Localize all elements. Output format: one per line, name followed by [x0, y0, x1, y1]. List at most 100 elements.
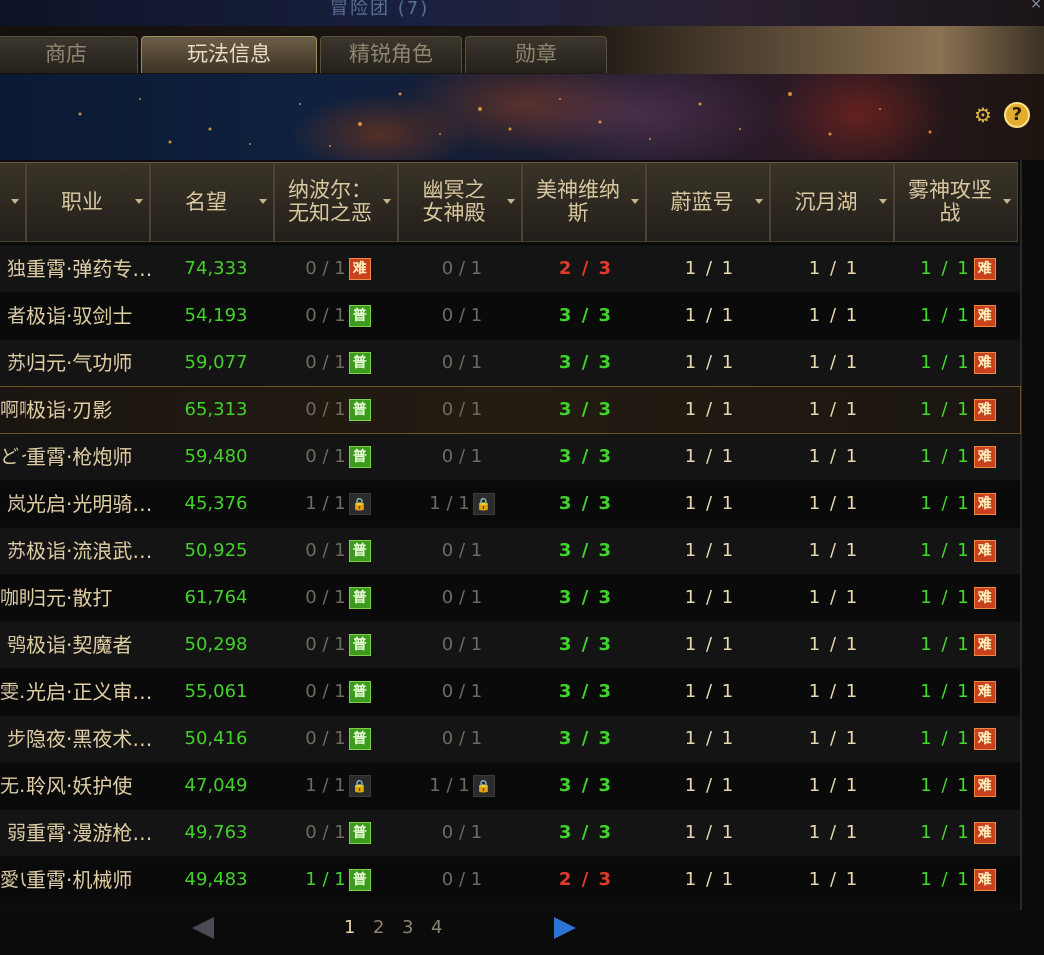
meishen-progress: 3 / 3	[558, 540, 614, 561]
sort-icon	[11, 199, 19, 204]
weilan-progress: 1 / 1	[684, 587, 736, 608]
wushen-progress: 1 / 1难	[896, 293, 1020, 339]
table-row[interactable]: 无…聆风·妖护使47,0491 / 1🔒1 / 1🔒3 / 31 / 11 / …	[0, 763, 1020, 809]
column-header-fame[interactable]: 名望	[150, 162, 274, 242]
page-number[interactable]: 3	[402, 917, 431, 938]
hard-mode-badge: 难	[973, 258, 996, 280]
character-fame: 65,313	[184, 399, 248, 420]
youming-progress-value: 0 / 1	[441, 305, 483, 326]
wushen-progress: 1 / 1难	[896, 481, 1020, 527]
table-row[interactable]: 鸮极诣·契魔者 50,298 0 / 1普0 / 13 / 31 / 11 / 11…	[0, 622, 1020, 668]
sort-icon	[383, 199, 391, 204]
chenyue-progress: 1 / 1	[808, 258, 860, 279]
nabol-progress-value: 1 / 1	[305, 493, 346, 514]
table-row[interactable]: 啊啊极诣·刃影65,3130 / 1普0 / 13 / 31 / 11 / 11…	[0, 386, 1021, 434]
page-number[interactable]: 1	[344, 917, 373, 938]
character-name: 无…	[0, 775, 26, 797]
youming-progress-value: 0 / 1	[441, 822, 483, 843]
table-row[interactable]: 步隐夜·黑夜术… 50,416 0 / 1普0 / 13 / 31 / 11 / 1…	[0, 716, 1020, 762]
page-number[interactable]: 2	[373, 917, 402, 938]
table-row[interactable]: 独重霄·弹药专… 74,333 0 / 1难0 / 12 / 31 / 11 / 1…	[0, 246, 1020, 292]
play-info-table: 职业 名望 纳波尔： 无知之恶 幽冥之 女神殿 美神维纳 斯 蔚蓝号 沉月湖 雾…	[0, 160, 1022, 910]
column-header-job[interactable]: 职业	[26, 162, 150, 242]
youming-progress: 0 / 1	[400, 857, 524, 903]
wushen-progress-value: 1 / 1	[920, 305, 971, 326]
youming-progress: 1 / 1 🔒	[400, 763, 524, 809]
wushen-progress-value: 1 / 1	[920, 869, 971, 890]
next-page-icon[interactable]	[554, 917, 576, 939]
character-job: 光启·光明骑…	[26, 492, 153, 516]
meishen-progress: 3 / 3	[558, 634, 614, 655]
wushen-progress-value: 1 / 1	[920, 352, 971, 373]
chenyue-progress: 1 / 1	[808, 822, 860, 843]
normal-mode-badge: 普	[348, 446, 371, 468]
character-name: 愛い	[0, 869, 26, 891]
character-name: 弱	[6, 822, 26, 844]
wushen-progress-value: 1 / 1	[920, 634, 971, 655]
weilan-progress: 1 / 1	[684, 399, 736, 420]
help-icon[interactable]: ?	[1004, 102, 1030, 128]
nabol-progress: 1 / 1 🔒	[278, 763, 398, 809]
wushen-progress-value: 1 / 1	[920, 258, 971, 279]
sort-icon	[755, 199, 763, 204]
lock-icon: 🔒	[348, 775, 371, 797]
character-name: 者	[6, 305, 26, 327]
weilan-progress: 1 / 1	[684, 352, 736, 373]
wushen-progress: 1 / 1难	[896, 857, 1020, 903]
wushen-progress-value: 1 / 1	[920, 446, 971, 467]
sort-icon	[631, 199, 639, 204]
close-icon[interactable]: ×	[1030, 0, 1042, 12]
column-header-chenyue[interactable]: 沉月湖	[770, 162, 894, 242]
column-header-name[interactable]	[0, 162, 26, 242]
table-row[interactable]: 弱重霄·漫游枪… 49,763 0 / 1普0 / 13 / 31 / 11 / 1…	[0, 810, 1020, 856]
page-number[interactable]: 4	[431, 917, 460, 938]
column-header-weilan[interactable]: 蔚蓝号	[646, 162, 770, 242]
nabol-progress-value: 0 / 1	[305, 540, 346, 561]
table-row[interactable]: 者极诣·驭剑士 54,193 0 / 1普0 / 13 / 31 / 11 / 11…	[0, 293, 1020, 339]
meishen-progress: 3 / 3	[558, 775, 614, 796]
normal-mode-badge: 普	[348, 587, 371, 609]
tab-shop[interactable]: 商店	[0, 36, 138, 73]
wushen-progress-value: 1 / 1	[920, 728, 971, 749]
column-header-nabol[interactable]: 纳波尔： 无知之恶	[274, 162, 398, 242]
youming-progress-value: 0 / 1	[441, 399, 483, 420]
wushen-progress: 1 / 1难	[896, 246, 1020, 292]
character-fame: 59,480	[184, 446, 248, 467]
character-job: 重霄·漫游枪…	[26, 821, 153, 845]
table-row[interactable]: 愛い重霄·机械师49,4831 / 1普0 / 12 / 31 / 11 / 1…	[0, 857, 1020, 903]
normal-mode-badge: 普	[348, 540, 371, 562]
nabol-progress-value: 0 / 1	[305, 681, 346, 702]
tab-play-info[interactable]: 玩法信息	[141, 36, 317, 73]
meishen-progress: 3 / 3	[558, 587, 614, 608]
table-row[interactable]: どっ重霄·枪炮师59,4800 / 1普0 / 13 / 31 / 11 / 1…	[0, 434, 1020, 480]
gear-icon[interactable]: ⚙	[970, 102, 996, 128]
sort-icon	[259, 199, 267, 204]
nabol-progress-value: 1 / 1	[305, 775, 346, 796]
youming-progress: 0 / 1	[400, 340, 524, 386]
weilan-progress: 1 / 1	[684, 869, 736, 890]
table-row[interactable]: 咖眸归元·散打61,7640 / 1普0 / 13 / 31 / 11 / 11…	[0, 575, 1020, 621]
character-name: 苏	[6, 540, 26, 562]
wushen-progress: 1 / 1难	[896, 810, 1020, 856]
character-fame: 61,764	[184, 587, 248, 608]
tab-elite-roles[interactable]: 精锐角色	[320, 36, 462, 73]
column-header-meishen[interactable]: 美神维纳 斯	[522, 162, 646, 242]
window-titlebar: 冒险团 (7) ×	[0, 0, 1044, 27]
table-row[interactable]: 岚光启·光明骑… 45,376 1 / 1 🔒 1 / 1 🔒 3 / 31 / 11 / …	[0, 481, 1020, 527]
hard-mode-badge: 难	[973, 634, 996, 656]
column-header-youming[interactable]: 幽冥之 女神殿	[398, 162, 522, 242]
lock-icon: 🔒	[472, 493, 495, 515]
prev-page-icon[interactable]	[192, 917, 214, 939]
table-row[interactable]: 雯…光启·正义审…55,0610 / 1普0 / 13 / 31 / 11 / …	[0, 669, 1020, 715]
wushen-progress-value: 1 / 1	[920, 775, 971, 796]
nabol-progress: 1 / 1 🔒	[278, 481, 398, 527]
table-row[interactable]: 苏归元·气功师 59,077 0 / 1普0 / 13 / 31 / 11 / 11…	[0, 340, 1020, 386]
wushen-progress-value: 1 / 1	[920, 822, 971, 843]
weilan-progress: 1 / 1	[684, 775, 736, 796]
weilan-progress: 1 / 1	[684, 446, 736, 467]
table-row[interactable]: 苏极诣·流浪武… 50,925 0 / 1普0 / 13 / 31 / 11 / 1…	[0, 528, 1020, 574]
column-header-wushen[interactable]: 雾神攻坚 战	[894, 162, 1018, 242]
nabol-progress-value: 1 / 1	[305, 869, 346, 890]
tab-medals[interactable]: 勋章	[465, 36, 607, 73]
weilan-progress: 1 / 1	[684, 634, 736, 655]
